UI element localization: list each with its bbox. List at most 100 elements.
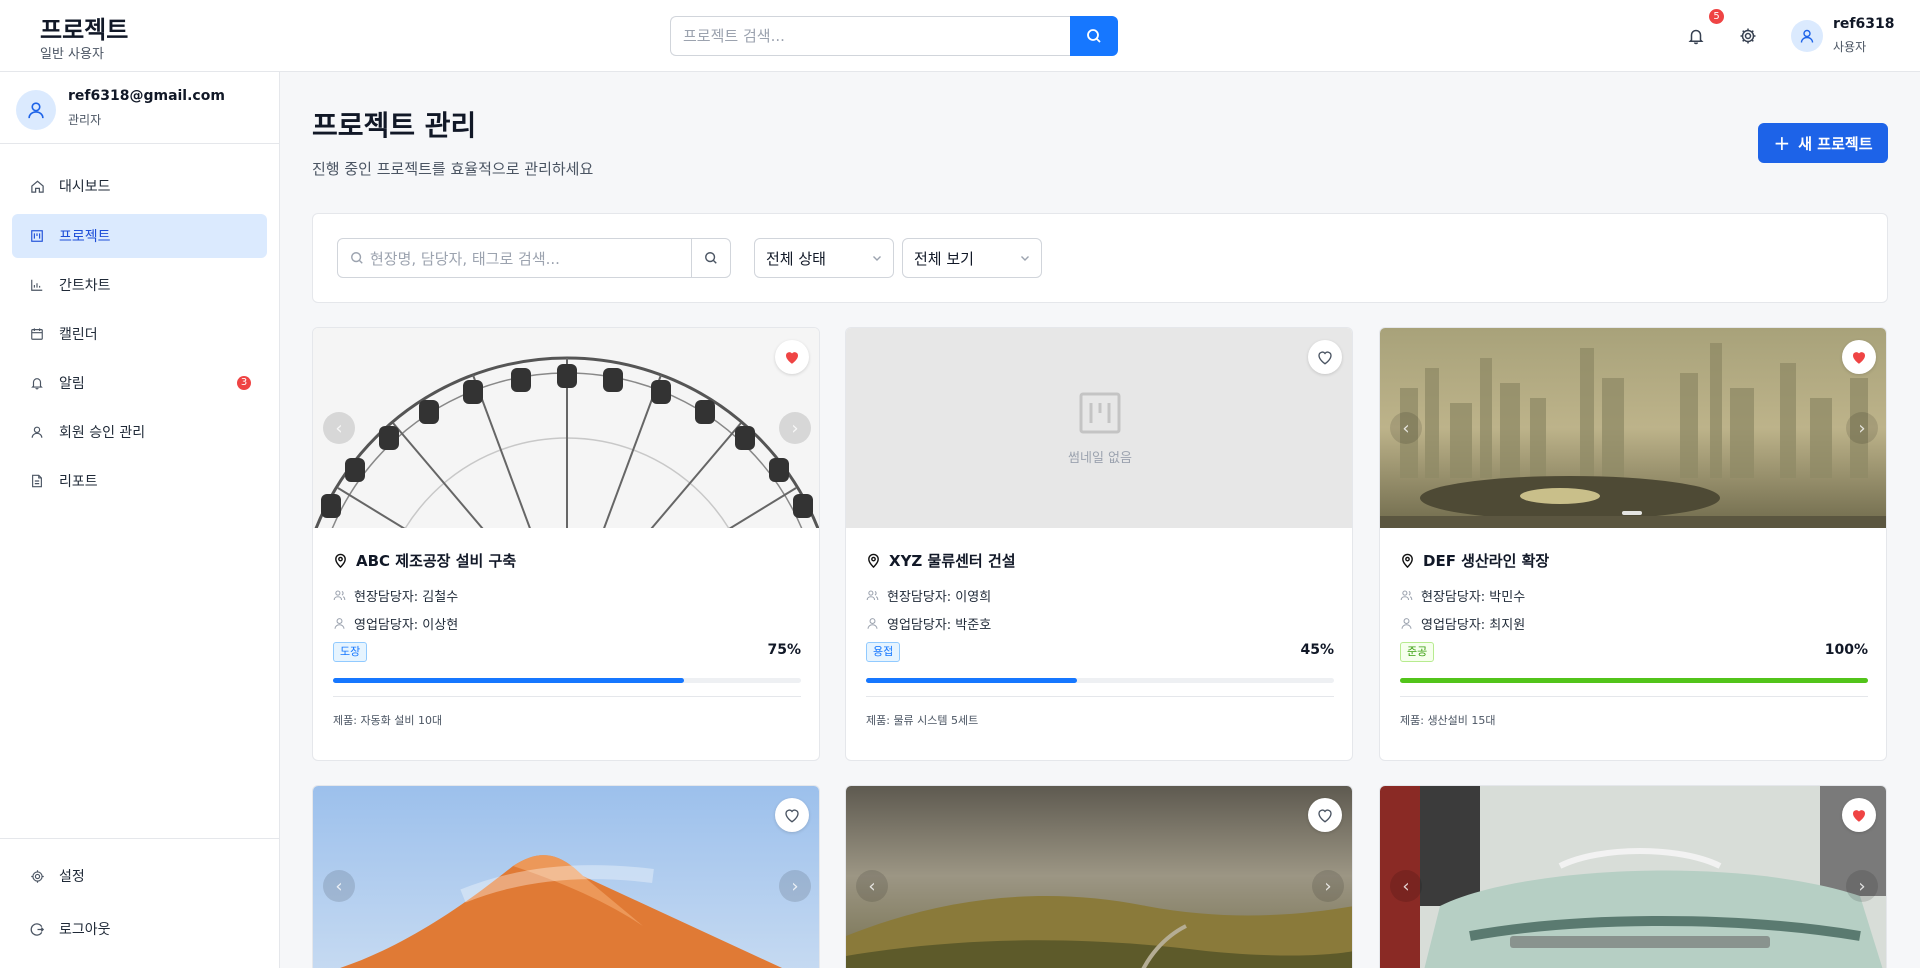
project-card[interactable]: ‹ › [1379,785,1887,968]
team-icon [333,589,346,602]
progress-bar [1400,678,1868,683]
project-card[interactable]: ‹ › [845,785,1353,968]
global-search [670,16,1118,56]
project-card[interactable]: 썸네일 없음 XYZ 물류센터 건설 현장담당자: 이영희 영업담당자: 박준호… [845,327,1353,761]
bell-icon [29,375,45,391]
gear-icon [1740,28,1756,44]
site-manager: 현장담당자: 김철수 [333,586,458,605]
view-select[interactable]: 전체 보기 [902,238,1042,278]
sidebar-item-label: 프로젝트 [59,229,111,245]
favorite-button[interactable] [1308,798,1342,832]
sidebar-item-label: 알림 [59,376,85,392]
project-card[interactable]: ‹ › ABC 제조공장 설비 구축 현장담당자: 김철수 영업담당자: 이상현… [312,327,820,761]
header-user-role: 사용자 [1833,40,1867,54]
global-search-input[interactable] [670,16,1070,56]
page-description: 진행 중인 프로젝트를 효율적으로 관리하세요 [312,160,594,178]
sales-manager-text: 영업담당자: 최지원 [1421,618,1526,633]
user-icon [29,424,45,440]
user-icon [866,617,879,630]
status-select-value: 전체 상태 [766,249,826,268]
user-icon [1800,29,1814,43]
sidebar-item-gantt[interactable]: 간트차트 [12,263,267,307]
ferris-wheel-image [313,328,819,528]
sidebar-item-logout[interactable]: 로그아웃 [12,907,267,951]
plus-icon: + [1773,131,1791,155]
project-card[interactable]: ‹ › [312,785,820,968]
profile-email: ref6318@gmail.com [68,88,225,104]
user-icon [28,102,44,119]
new-project-button[interactable]: + 새 프로젝트 [1758,123,1888,163]
global-search-button[interactable] [1070,16,1118,56]
card-title-text: ABC 제조공장 설비 구축 [356,552,517,570]
app-title: 프로젝트 [40,16,129,44]
project-search: 현장명, 담당자, 태그로 검색... [337,238,731,278]
sidebar-item-alerts[interactable]: 알림 3 [12,361,267,405]
site-manager-text: 현장담당자: 박민수 [1421,590,1526,605]
settings-button[interactable] [1736,24,1760,48]
carousel-prev-button[interactable]: ‹ [323,870,355,902]
favorite-button[interactable] [1842,798,1876,832]
calendar-icon [29,326,45,342]
heart-outline-icon [1318,809,1332,823]
project-thumbnail: ‹ › [1380,328,1886,528]
sales-manager: 영업담당자: 최지원 [1400,614,1525,633]
carousel-next-button[interactable]: › [779,412,811,444]
chevron-down-icon [873,256,881,261]
sidebar-item-member-approval[interactable]: 회원 승인 관리 [12,410,267,454]
carousel-indicator[interactable] [1622,511,1642,515]
carousel-prev-button[interactable]: ‹ [1390,870,1422,902]
card-title: XYZ 물류센터 건설 [866,550,1016,571]
sidebar-item-label: 로그아웃 [59,922,111,938]
card-divider [1400,696,1868,697]
logout-icon [29,921,45,937]
card-title: DEF 생산라인 확장 [1400,550,1549,571]
alert-count-badge: 3 [237,376,251,390]
card-title: ABC 제조공장 설비 구축 [333,550,516,571]
progress-fill [333,678,684,683]
sidebar-item-settings[interactable]: 설정 [12,854,267,898]
carousel-next-button[interactable]: › [779,870,811,902]
gear-icon [29,868,45,884]
sidebar-item-dashboard[interactable]: 대시보드 [12,164,267,208]
project-thumbnail: ‹ › [846,786,1352,968]
user-avatar[interactable] [1791,20,1823,52]
status-select[interactable]: 전체 상태 [754,238,894,278]
new-project-label: 새 프로젝트 [1798,134,1873,153]
site-manager-text: 현장담당자: 김철수 [354,590,459,605]
sidebar-profile: ref6318@gmail.com 관리자 [0,72,279,144]
card-title-text: XYZ 물류센터 건설 [889,552,1016,570]
carousel-prev-button[interactable]: ‹ [856,870,888,902]
project-search-input[interactable]: 현장명, 담당자, 태그로 검색... [337,238,692,278]
progress-fill [1400,678,1868,683]
favorite-button[interactable] [1308,340,1342,374]
notification-button[interactable] [1684,24,1708,48]
status-badge: 도장 [333,642,368,662]
bell-icon [1688,29,1704,45]
sales-manager-text: 영업담당자: 박준호 [887,618,992,633]
location-pin-icon [866,553,881,568]
sidebar-item-label: 회원 승인 관리 [59,425,146,441]
carousel-next-button[interactable]: › [1846,870,1878,902]
carousel-prev-button[interactable]: ‹ [1390,412,1422,444]
sidebar-item-projects[interactable]: 프로젝트 [12,214,267,258]
header-user-name: ref6318 [1833,16,1895,32]
progress-percent: 45% [1300,642,1334,658]
search-icon [350,251,364,265]
team-icon [1400,589,1413,602]
favorite-button[interactable] [775,798,809,832]
heart-filled-icon [1853,352,1865,364]
project-thumbnail: ‹ › [313,328,819,528]
carousel-prev-button[interactable]: ‹ [323,412,355,444]
vintage-car-image [1380,786,1886,968]
carousel-next-button[interactable]: › [1846,412,1878,444]
product-info: 제품: 물류 시스템 5세트 [866,714,979,727]
carousel-next-button[interactable]: › [1312,870,1344,902]
sidebar-item-label: 캘린더 [59,327,98,343]
project-search-button[interactable] [692,238,731,278]
favorite-button[interactable] [1842,340,1876,374]
sidebar-item-reports[interactable]: 리포트 [12,459,267,503]
sidebar-item-calendar[interactable]: 캘린더 [12,312,267,356]
project-card[interactable]: ‹ › DEF 생산라인 확장 현장담당자: 박민수 영업담당자: 최지원 준공… [1379,327,1887,761]
site-manager: 현장담당자: 이영희 [866,586,991,605]
favorite-button[interactable] [775,340,809,374]
